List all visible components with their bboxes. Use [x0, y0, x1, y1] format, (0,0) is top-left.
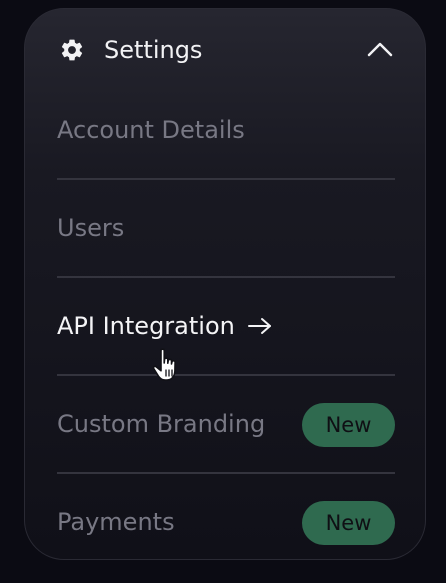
menu-item-label: Users: [57, 214, 125, 242]
menu-item-label: Custom Branding: [57, 410, 266, 438]
menu-item-label: Account Details: [57, 116, 245, 144]
new-badge: New: [302, 403, 395, 447]
settings-title: Settings: [104, 36, 203, 64]
menu-item-payments[interactable]: Payments New: [57, 473, 395, 559]
new-badge: New: [302, 501, 395, 545]
menu-item-account-details[interactable]: Account Details: [57, 81, 395, 179]
hand-cursor-icon: [152, 348, 176, 381]
menu-item-users[interactable]: Users: [57, 179, 395, 277]
menu-item-custom-branding[interactable]: Custom Branding New: [57, 375, 395, 473]
menu-item-label-active: API Integration: [57, 310, 273, 342]
gear-icon: [61, 39, 83, 61]
menu-item-api-integration[interactable]: API Integration: [57, 277, 395, 375]
menu-item-label-text: API Integration: [57, 312, 235, 340]
settings-panel: Settings Account Details Users API Integ…: [24, 8, 426, 560]
chevron-up-icon[interactable]: [367, 41, 393, 57]
menu-item-label: Payments: [57, 508, 175, 536]
arrow-right-icon: [247, 318, 271, 334]
